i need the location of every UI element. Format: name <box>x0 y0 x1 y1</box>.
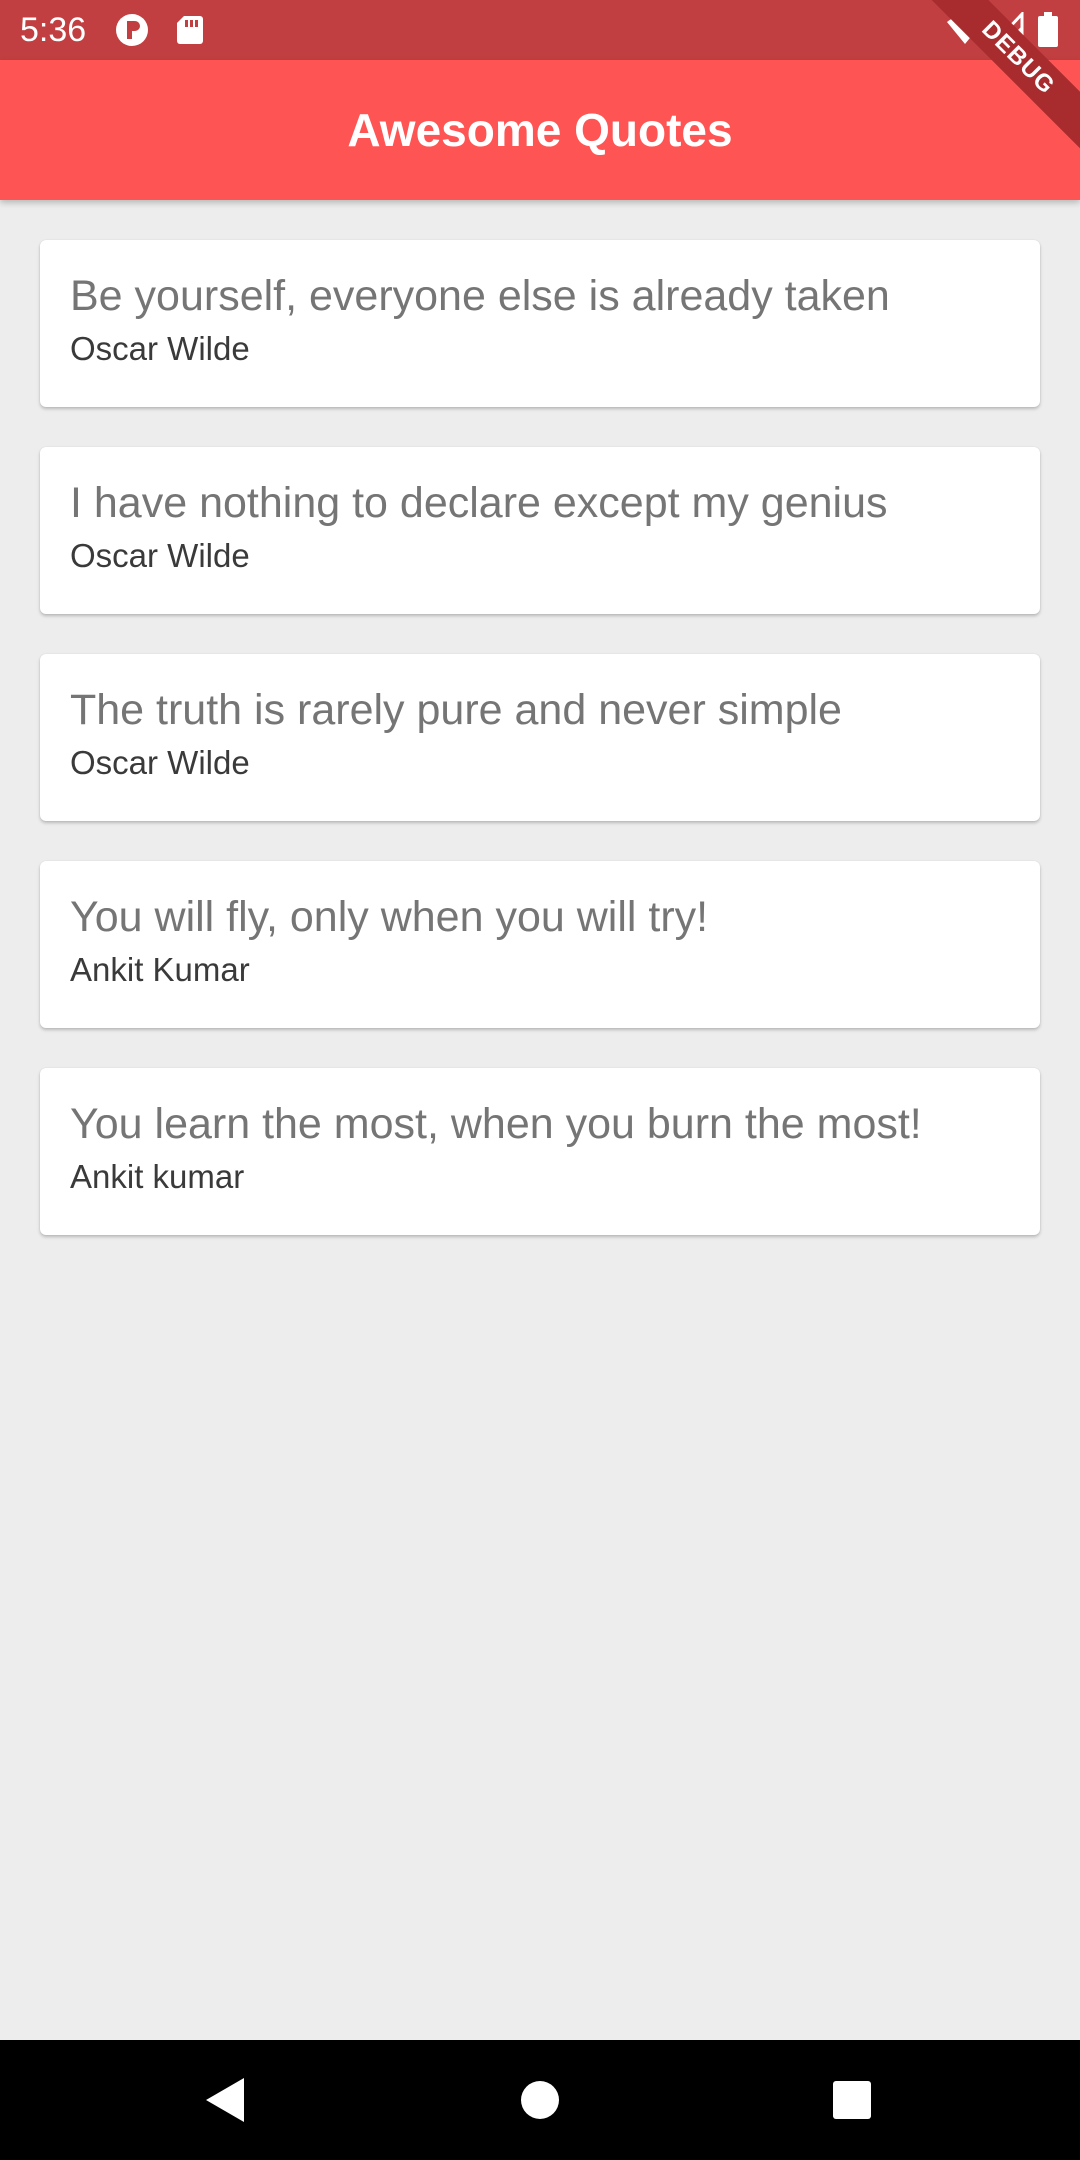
quote-text: You will fly, only when you will try! <box>70 893 709 941</box>
quote-card[interactable]: You learn the most, when you burn the mo… <box>40 1068 1040 1235</box>
quote-author: Oscar Wilde <box>70 744 250 781</box>
quote-card[interactable]: Be yourself, everyone else is already ta… <box>40 240 1040 407</box>
sd-card-icon <box>172 12 208 48</box>
quote-text: You learn the most, when you burn the mo… <box>70 1100 922 1148</box>
quote-text: The truth is rarely pure and never simpl… <box>70 686 842 734</box>
signal-icon <box>988 10 1026 48</box>
app-bar: Awesome Quotes <box>0 60 1080 200</box>
app-notification-icon <box>114 12 150 48</box>
quote-text: I have nothing to declare except my geni… <box>70 479 888 527</box>
quote-card[interactable]: I have nothing to declare except my geni… <box>40 447 1040 614</box>
wifi-icon <box>946 12 983 48</box>
quote-author: Oscar Wilde <box>70 537 250 574</box>
quote-author: Ankit kumar <box>70 1158 245 1195</box>
status-bar: 5:36 <box>0 0 1080 60</box>
quote-list: Be yourself, everyone else is already ta… <box>40 240 1040 1275</box>
quote-card[interactable]: The truth is rarely pure and never simpl… <box>40 654 1040 821</box>
quote-text: Be yourself, everyone else is already ta… <box>70 272 890 320</box>
quote-card[interactable]: You will fly, only when you will try! An… <box>40 861 1040 1028</box>
app-title: Awesome Quotes <box>347 104 733 156</box>
navigation-bar <box>0 2040 1080 2160</box>
back-icon[interactable] <box>196 2070 256 2130</box>
quote-author: Ankit Kumar <box>70 951 250 988</box>
battery-icon <box>1036 12 1072 48</box>
status-time: 5:36 <box>20 11 87 49</box>
recents-icon[interactable] <box>822 2070 882 2130</box>
quote-author: Oscar Wilde <box>70 330 250 367</box>
home-icon[interactable] <box>510 2070 570 2130</box>
screen: 5:36 DEBUG Awesome Quotes Be yourself, e… <box>0 0 1080 2160</box>
